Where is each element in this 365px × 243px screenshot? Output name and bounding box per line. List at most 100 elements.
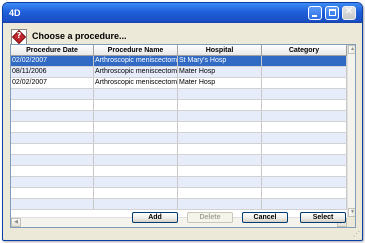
cell-procedure-name <box>94 122 178 132</box>
scroll-up-icon[interactable]: ▲ <box>348 45 355 54</box>
cell-category <box>262 89 347 99</box>
cell-procedure-date <box>11 100 94 110</box>
table-row[interactable] <box>11 177 347 188</box>
cell-procedure-name <box>94 188 178 198</box>
cell-procedure-date <box>11 188 94 198</box>
table-row[interactable] <box>11 133 347 144</box>
column-header-hospital[interactable]: Hospital <box>178 45 262 56</box>
table-row[interactable]: 02/02/2007 Arthroscopic meniscectomy c St … <box>11 56 347 67</box>
cell-hospital: Mater Hosp <box>178 67 262 77</box>
cell-procedure-date <box>11 122 94 132</box>
cell-hospital <box>178 155 262 165</box>
cell-procedure-name <box>94 155 178 165</box>
procedure-question-icon: ? <box>11 29 27 45</box>
cell-category <box>262 166 347 176</box>
cell-category <box>262 122 347 132</box>
dialog-content: ? Choose a procedure... Procedure Date P… <box>6 24 359 237</box>
scroll-down-icon[interactable]: ▼ <box>348 208 355 217</box>
table-row[interactable] <box>11 111 347 122</box>
close-button[interactable]: ✕ <box>342 6 356 20</box>
minimize-button[interactable] <box>308 6 322 20</box>
resize-grip-icon[interactable]: ⋰ <box>353 231 361 239</box>
cell-procedure-name <box>94 111 178 121</box>
cell-category <box>262 67 347 77</box>
table-row[interactable] <box>11 144 347 155</box>
cell-procedure-name <box>94 89 178 99</box>
delete-button[interactable]: Delete <box>187 212 233 223</box>
select-button[interactable]: Select <box>300 212 346 223</box>
table-row[interactable] <box>11 155 347 166</box>
cell-procedure-name <box>94 166 178 176</box>
cell-category <box>262 177 347 187</box>
table-row[interactable]: 08/11/2006 Arthroscopic meniscectomy c Mat… <box>11 67 347 78</box>
cell-hospital <box>178 188 262 198</box>
table-row[interactable] <box>11 89 347 100</box>
cell-procedure-date: 08/11/2006 <box>11 67 94 77</box>
cell-procedure-name: Arthroscopic meniscectomy c <box>95 56 178 66</box>
table-row[interactable] <box>11 166 347 177</box>
cell-procedure-date <box>11 155 94 165</box>
app-logo-icon: 4D <box>9 8 21 18</box>
table-header: Procedure Date Procedure Name Hospital C… <box>11 45 347 56</box>
table-row[interactable] <box>11 122 347 133</box>
cell-hospital <box>178 100 262 110</box>
cell-procedure-name <box>94 100 178 110</box>
cell-hospital <box>178 122 262 132</box>
column-header-procedure-name[interactable]: Procedure Name <box>94 45 178 56</box>
scroll-left-icon[interactable]: ◀ <box>11 218 21 227</box>
minimize-icon <box>312 15 317 17</box>
maximize-icon <box>329 9 336 16</box>
cell-procedure-date <box>11 166 94 176</box>
cell-procedure-name: Arthroscopic meniscectomy c <box>95 78 178 88</box>
cell-procedure-date: 02/02/2007 <box>11 78 94 88</box>
table-row[interactable] <box>11 100 347 111</box>
cell-hospital <box>178 144 262 154</box>
column-header-category[interactable]: Category <box>262 45 347 56</box>
cell-procedure-name: Arthroscopic meniscectomy c <box>95 67 178 77</box>
procedure-dialog-window: 4D ✕ ? Choose a procedure... Procedure D… <box>2 2 363 241</box>
table-body: 02/02/2007 Arthroscopic meniscectomy c St … <box>11 56 347 210</box>
cancel-button[interactable]: Cancel <box>242 212 288 223</box>
column-header-procedure-date[interactable]: Procedure Date <box>11 45 94 56</box>
dialog-heading: Choose a procedure... <box>32 31 127 41</box>
cell-procedure-date <box>11 177 94 187</box>
vertical-scrollbar[interactable]: ▲ ▼ <box>347 45 355 217</box>
cell-hospital: St Mary's Hosp <box>178 56 262 66</box>
table-row[interactable] <box>11 188 347 199</box>
cell-category <box>262 100 347 110</box>
cell-category <box>262 144 347 154</box>
title-bar[interactable]: 4D ✕ <box>3 3 362 23</box>
cell-procedure-date <box>11 111 94 121</box>
cell-category <box>262 111 347 121</box>
cell-hospital <box>178 166 262 176</box>
cell-category <box>262 188 347 198</box>
procedure-table: Procedure Date Procedure Name Hospital C… <box>10 44 356 228</box>
cell-procedure-date <box>11 199 94 209</box>
cell-category <box>262 199 347 209</box>
cell-category <box>262 78 347 88</box>
cell-hospital <box>178 111 262 121</box>
cell-category <box>262 155 347 165</box>
scrollbar-corner <box>347 217 355 227</box>
cell-procedure-date <box>11 89 94 99</box>
add-button[interactable]: Add <box>132 212 178 223</box>
table-row[interactable]: 02/02/2007 Arthroscopic meniscectomy c Mat… <box>11 78 347 89</box>
horizontal-scrollbar[interactable]: ◀ ▶ <box>11 217 347 227</box>
cell-hospital <box>178 133 262 143</box>
cell-procedure-name <box>94 177 178 187</box>
maximize-button[interactable] <box>325 6 339 20</box>
cell-hospital: Mater Hosp <box>178 78 262 88</box>
cell-procedure-name <box>94 133 178 143</box>
cell-hospital <box>178 199 262 209</box>
cell-hospital <box>178 89 262 99</box>
cell-procedure-name <box>94 199 178 209</box>
cell-category <box>262 56 347 66</box>
cell-hospital <box>178 177 262 187</box>
cell-procedure-date <box>11 144 94 154</box>
close-icon: ✕ <box>344 6 354 17</box>
cell-procedure-date <box>11 133 94 143</box>
table-row[interactable] <box>11 199 347 210</box>
cell-procedure-name <box>94 144 178 154</box>
cell-category <box>262 133 347 143</box>
cell-procedure-date: 02/02/2007 <box>11 56 94 66</box>
